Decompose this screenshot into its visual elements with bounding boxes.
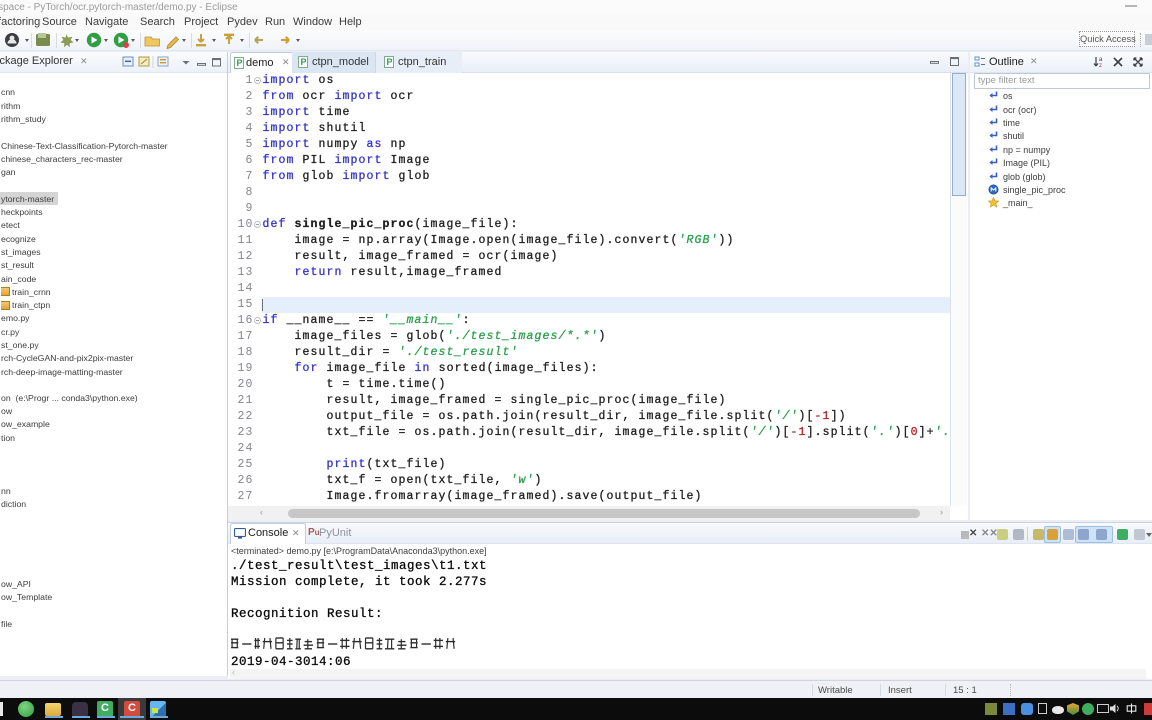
svg-text:z: z bbox=[1099, 63, 1102, 69]
